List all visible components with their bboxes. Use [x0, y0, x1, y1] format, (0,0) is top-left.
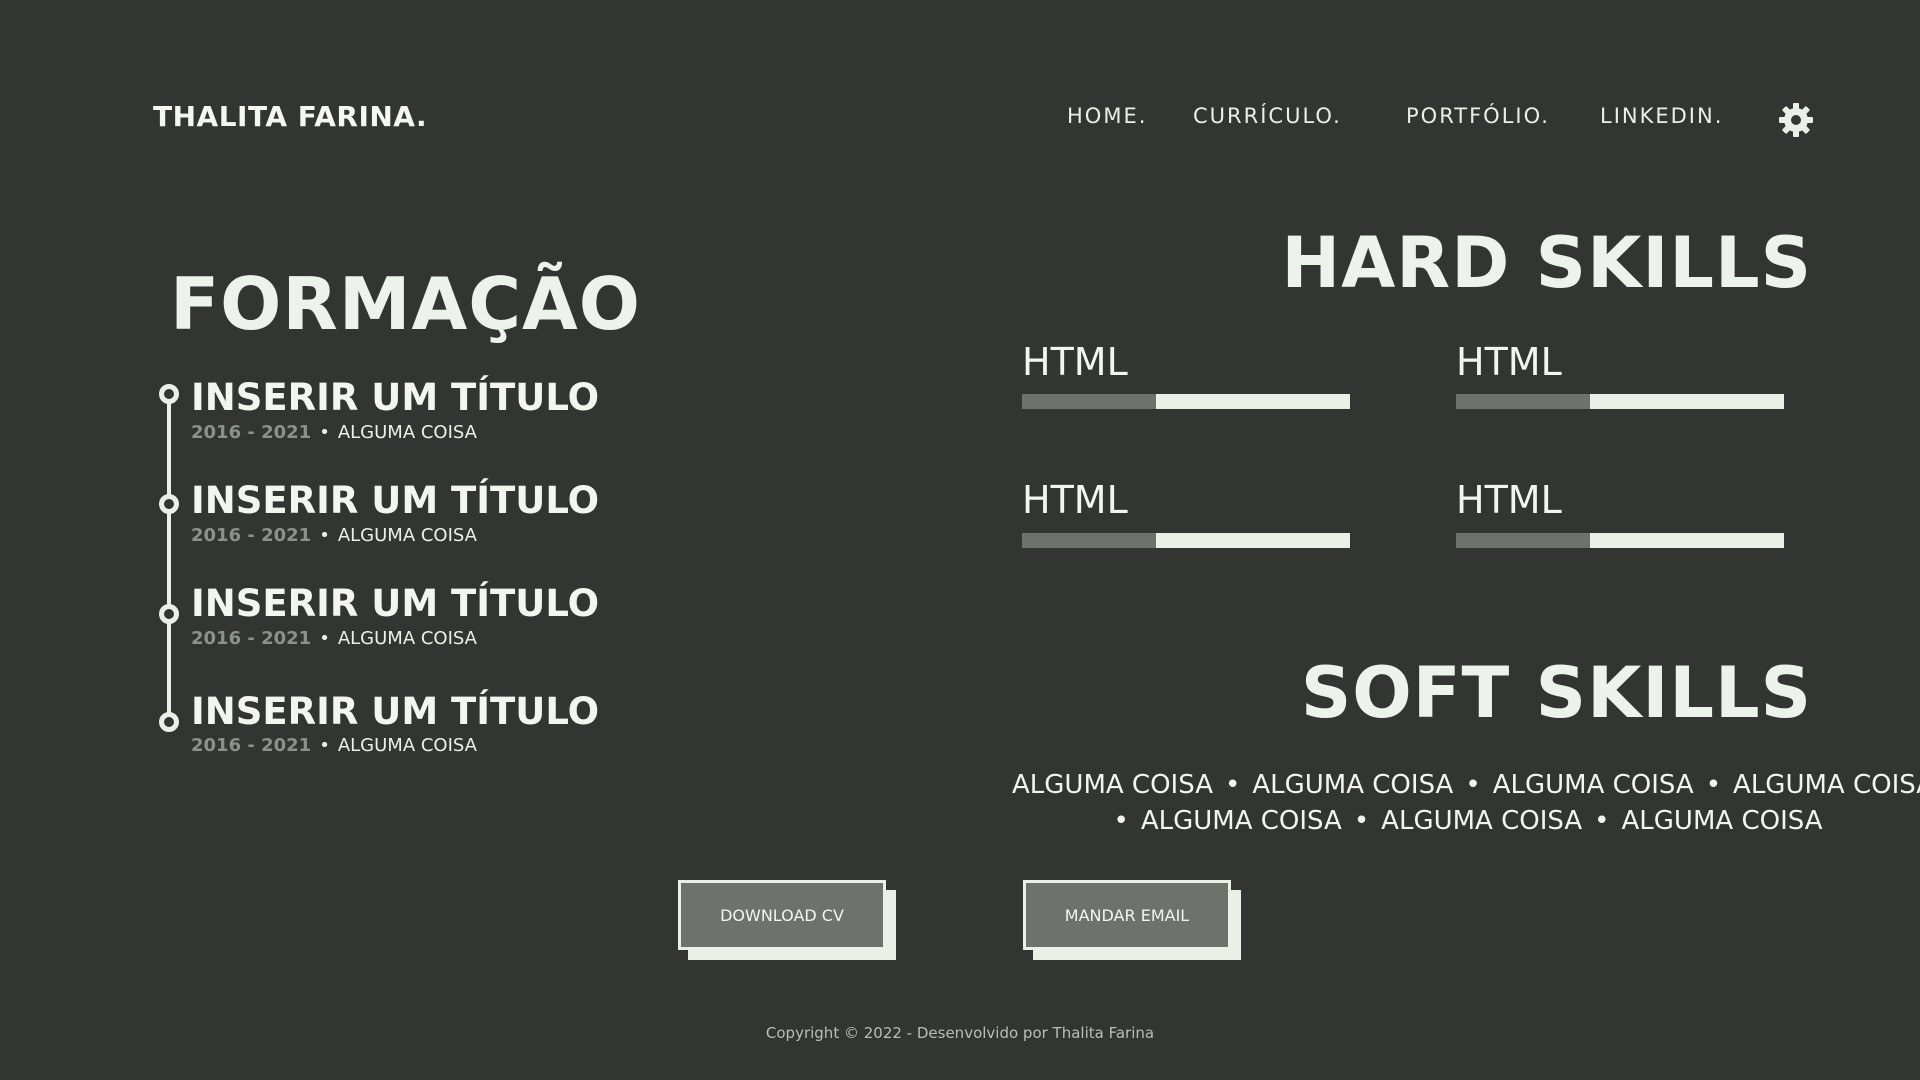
mandar-email-button[interactable]: MANDAR EMAIL: [1023, 880, 1231, 950]
nav-portfolio[interactable]: PORTFÓLIO.: [1406, 104, 1550, 128]
edu-title: INSERIR UM TÍTULO: [191, 479, 600, 522]
skill-bar-fill: [1456, 394, 1591, 409]
skill-label: HTML: [1022, 478, 1128, 522]
skill-bar-fill: [1456, 533, 1591, 548]
soft-skill-item: ALGUMA COISA: [1733, 770, 1920, 800]
edu-years: 2016 - 2021: [191, 422, 312, 443]
nav-linkedin[interactable]: LINKEDIN.: [1600, 104, 1723, 128]
skill-bar: [1022, 394, 1350, 409]
edu-desc: ALGUMA COISA: [337, 735, 477, 756]
edu-title: INSERIR UM TÍTULO: [191, 690, 600, 733]
hard-skills-title: HARD SKILLS: [1281, 222, 1812, 304]
soft-skill-separator: •: [1113, 806, 1129, 836]
edu-subtitle: 2016 - 2021 • ALGUMA COISA: [191, 628, 477, 649]
edu-separator: •: [319, 422, 330, 443]
edu-subtitle: 2016 - 2021 • ALGUMA COISA: [191, 735, 477, 756]
page-root: THALITA FARINA. HOME. CURRÍCULO. PORTFÓL…: [0, 0, 1920, 1080]
soft-skill-separator: •: [1225, 770, 1241, 800]
soft-skill-item: ALGUMA COISA: [1140, 806, 1342, 836]
skill-bar-fill: [1022, 394, 1157, 409]
skill-label: HTML: [1022, 340, 1128, 384]
timeline-line: [167, 394, 171, 724]
skill-bar-fill: [1022, 533, 1157, 548]
footer-copyright: Copyright © 2022 - Desenvolvido por Thal…: [765, 1024, 1155, 1042]
timeline-dot: [159, 494, 179, 514]
soft-skill-item: ALGUMA COISA: [1492, 770, 1694, 800]
soft-skill-separator: •: [1465, 770, 1481, 800]
edu-desc: ALGUMA COISA: [337, 628, 477, 649]
timeline-dot: [159, 712, 179, 732]
edu-years: 2016 - 2021: [191, 628, 312, 649]
nav-home[interactable]: HOME.: [1067, 104, 1147, 128]
soft-skill-separator: •: [1705, 770, 1722, 800]
edu-desc: ALGUMA COISA: [337, 422, 477, 443]
soft-skill-separator: •: [1353, 806, 1370, 836]
edu-subtitle: 2016 - 2021 • ALGUMA COISA: [191, 422, 477, 443]
gear-icon[interactable]: [1776, 100, 1816, 140]
edu-years: 2016 - 2021: [191, 735, 312, 756]
edu-separator: •: [319, 628, 330, 649]
mandar-email-button-wrap: MANDAR EMAIL: [1023, 880, 1241, 960]
soft-skill-item: ALGUMA COISA: [1381, 806, 1583, 836]
download-cv-button[interactable]: DOWNLOAD CV: [678, 880, 886, 950]
soft-skills-title: SOFT SKILLS: [1300, 652, 1812, 734]
soft-skill-item: ALGUMA COISA: [1252, 770, 1454, 800]
edu-title: INSERIR UM TÍTULO: [191, 376, 600, 419]
skill-bar: [1456, 394, 1784, 409]
edu-years: 2016 - 2021: [191, 525, 312, 546]
download-cv-button-wrap: DOWNLOAD CV: [678, 880, 896, 960]
soft-skill-item: ALGUMA COISA: [1621, 806, 1823, 836]
edu-title: INSERIR UM TÍTULO: [191, 582, 600, 625]
soft-skills-line-1: ALGUMA COISA • ALGUMA COISA • ALGUMA COISA • A…: [1012, 770, 1920, 800]
edu-desc: ALGUMA COISA: [337, 525, 477, 546]
nav-curriculo[interactable]: CURRÍCULO.: [1193, 104, 1342, 128]
skill-label: HTML: [1456, 478, 1562, 522]
skill-bar: [1022, 533, 1350, 548]
edu-separator: •: [319, 525, 330, 546]
soft-skill-item: ALGUMA COISA: [1012, 770, 1213, 800]
soft-skill-separator: •: [1594, 806, 1610, 836]
edu-separator: •: [319, 735, 330, 756]
skill-label: HTML: [1456, 340, 1562, 384]
soft-skills-line-2: • ALGUMA COISA • ALGUMA COISA • ALGUMA COISA: [1012, 806, 1912, 836]
edu-subtitle: 2016 - 2021 • ALGUMA COISA: [191, 525, 477, 546]
formacao-title: FORMAÇÃO: [170, 262, 641, 346]
brand-logo[interactable]: THALITA FARINA.: [153, 100, 427, 133]
timeline-dot: [159, 384, 179, 404]
timeline-dot: [159, 604, 179, 624]
skill-bar: [1456, 533, 1784, 548]
